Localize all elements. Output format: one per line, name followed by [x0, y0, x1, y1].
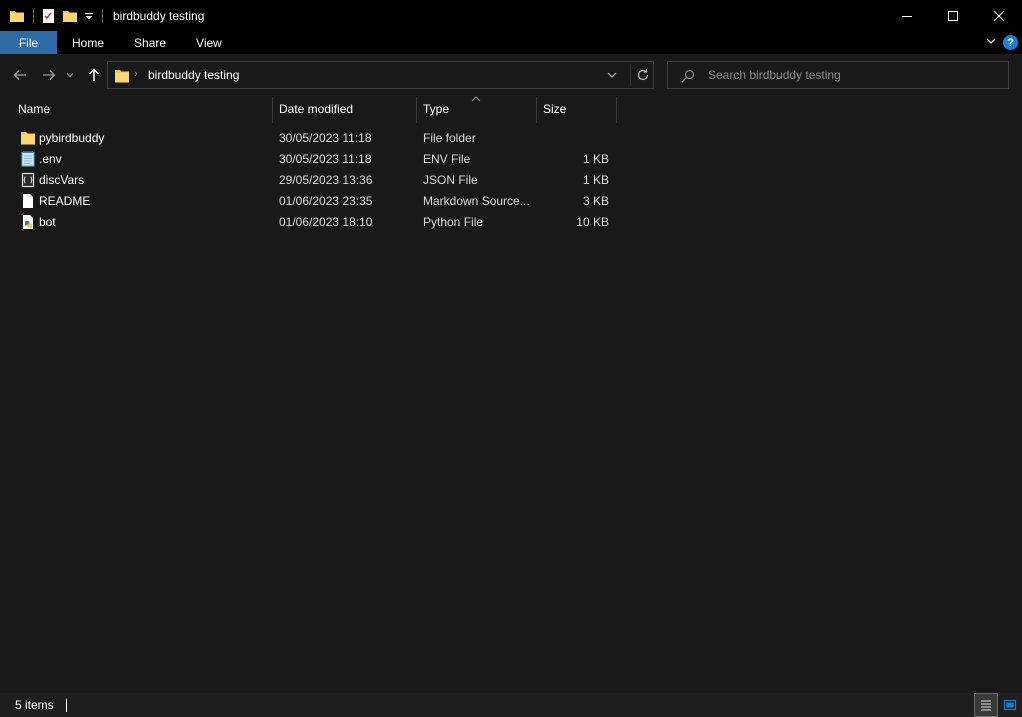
minimize-icon: [902, 15, 912, 17]
folder-icon: [20, 130, 36, 146]
file-name: README: [39, 194, 91, 208]
customize-toolbar-icon[interactable]: [84, 8, 94, 24]
file-size: 10 KB: [576, 215, 609, 229]
file-date: 30/05/2023 11:18: [279, 131, 372, 145]
up-arrow-icon: [88, 68, 100, 81]
file-date: 30/05/2023 11:18: [279, 152, 372, 166]
view-switcher: [974, 693, 1022, 717]
file-name: discVars: [39, 173, 85, 187]
status-separator: [65, 698, 67, 712]
maximize-icon: [948, 10, 958, 21]
minimize-button[interactable]: [884, 0, 930, 31]
file-name: bot: [39, 215, 56, 229]
python-file-icon: [20, 214, 36, 230]
large-icons-view-button[interactable]: [998, 693, 1022, 717]
tab-home[interactable]: Home: [57, 31, 119, 54]
details-view-icon: [981, 700, 991, 711]
file-type: JSON File: [423, 173, 478, 187]
refresh-button[interactable]: [630, 64, 650, 86]
up-button[interactable]: [84, 65, 104, 85]
help-button[interactable]: ?: [1003, 35, 1018, 50]
file-list: Name Date modified Type Size pybirdbuddy…: [0, 96, 1022, 693]
column-header-name[interactable]: Name: [18, 96, 50, 122]
chevron-down-icon: [607, 72, 617, 78]
recent-locations-button[interactable]: [63, 65, 77, 85]
maximize-button[interactable]: [930, 0, 976, 31]
ribbon-tabs: File Home Share View ?: [0, 31, 1022, 54]
chevron-down-icon: [66, 73, 74, 78]
blank-file-icon: [20, 193, 36, 209]
address-bar[interactable]: › birdbuddy testing: [107, 61, 654, 89]
file-type: File folder: [423, 131, 476, 145]
file-row[interactable]: .env 30/05/2023 11:18 ENV File 1 KB: [16, 149, 616, 170]
status-bar: 5 items: [0, 693, 1022, 717]
column-divider[interactable]: [536, 97, 537, 123]
forward-button[interactable]: [39, 65, 59, 85]
tab-file[interactable]: File: [0, 31, 57, 54]
quick-access-toolbar: [0, 0, 109, 31]
search-box[interactable]: Search birdbuddy testing: [667, 61, 1009, 89]
column-header-size[interactable]: Size: [543, 96, 566, 122]
json-file-icon: [20, 172, 36, 188]
file-size: 1 KB: [582, 152, 609, 166]
column-header-type[interactable]: Type: [423, 96, 449, 122]
toolbar-separator: [33, 8, 34, 23]
back-arrow-icon: [13, 70, 26, 80]
breadcrumb-separator[interactable]: ›: [134, 68, 138, 80]
column-divider[interactable]: [416, 97, 417, 123]
file-row[interactable]: pybirdbuddy 30/05/2023 11:18 File folder: [16, 128, 616, 149]
address-dropdown-button[interactable]: [602, 65, 622, 85]
file-row[interactable]: README 01/06/2023 23:35 Markdown Source.…: [16, 191, 616, 212]
back-button[interactable]: [10, 65, 30, 85]
sort-ascending-icon: [471, 96, 481, 102]
window-title: birdbuddy testing: [113, 8, 205, 23]
column-header-date[interactable]: Date modified: [279, 96, 353, 122]
column-divider[interactable]: [272, 97, 273, 123]
properties-icon[interactable]: [40, 8, 56, 24]
expand-ribbon-button[interactable]: [985, 35, 997, 50]
column-divider[interactable]: [616, 97, 617, 123]
refresh-icon: [637, 69, 648, 81]
item-count: 5 items: [15, 698, 54, 712]
details-view-button[interactable]: [974, 693, 998, 717]
file-type: Markdown Source...: [423, 194, 530, 208]
ribbon-right-controls: ?: [985, 31, 1018, 54]
title-bar: birdbuddy testing: [0, 0, 1022, 31]
forward-arrow-icon: [43, 70, 56, 80]
file-date: 01/06/2023 18:10: [279, 215, 373, 229]
chevron-down-icon: [986, 38, 996, 44]
tab-view[interactable]: View: [181, 31, 237, 54]
breadcrumb[interactable]: birdbuddy testing: [148, 68, 239, 82]
folder-icon: [9, 8, 25, 24]
search-icon: [680, 68, 696, 84]
notepad-file-icon: [20, 151, 36, 167]
large-icons-view-icon: [1003, 699, 1017, 711]
file-size: 1 KB: [582, 173, 609, 187]
close-button[interactable]: [976, 0, 1022, 31]
file-type: ENV File: [423, 152, 471, 166]
toolbar-separator: [102, 8, 103, 23]
file-date: 01/06/2023 23:35: [279, 194, 373, 208]
search-input[interactable]: Search birdbuddy testing: [708, 68, 841, 82]
file-row[interactable]: bot 01/06/2023 18:10 Python File 10 KB: [16, 212, 616, 233]
file-name: pybirdbuddy: [39, 131, 105, 145]
file-row[interactable]: discVars 29/05/2023 13:36 JSON File 1 KB: [16, 170, 616, 191]
folder-icon: [114, 68, 130, 84]
window-controls: [884, 0, 1022, 31]
file-date: 29/05/2023 13:36: [279, 173, 373, 187]
file-size: 3 KB: [582, 194, 609, 208]
close-icon: [993, 10, 1005, 21]
tab-share[interactable]: Share: [119, 31, 181, 54]
file-type: Python File: [423, 215, 484, 229]
file-name: .env: [39, 152, 62, 166]
new-folder-icon[interactable]: [62, 8, 78, 24]
